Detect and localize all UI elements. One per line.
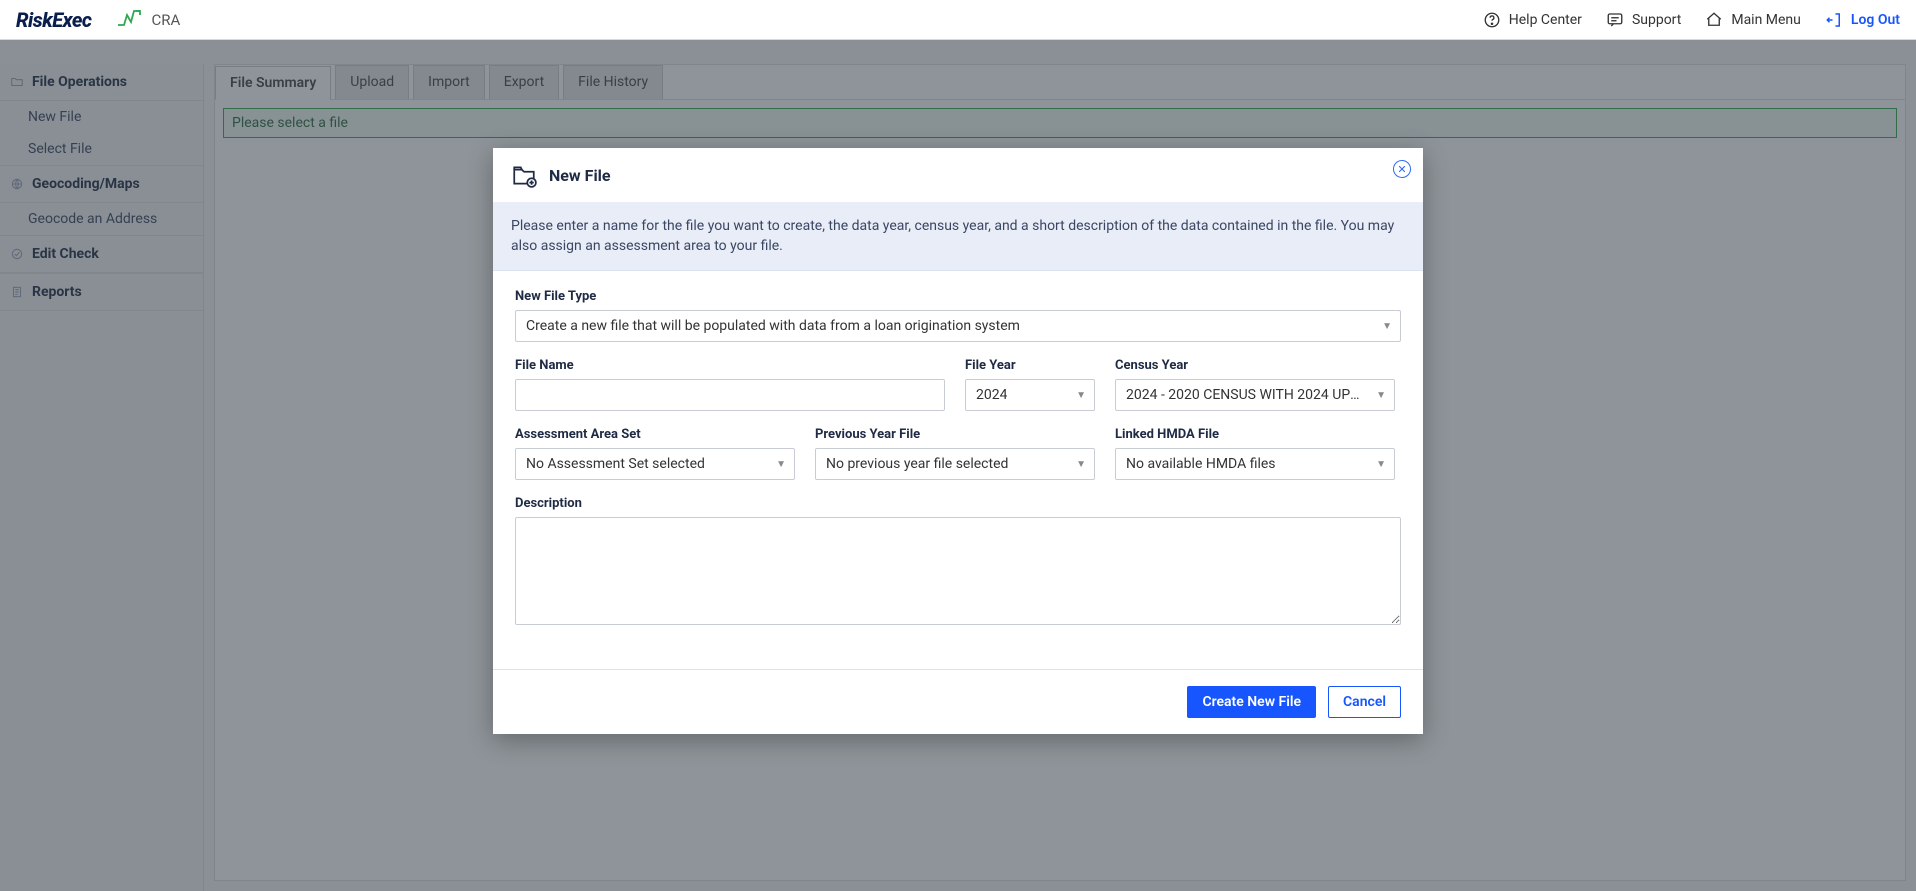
modal-header: New File ✕ xyxy=(493,148,1423,203)
logo-text: RiskExec xyxy=(16,8,91,32)
new-file-type-value: Create a new file that will be populated… xyxy=(526,318,1020,334)
chevron-down-icon: ▼ xyxy=(1376,390,1386,401)
app-body: File Operations New File Select File Geo… xyxy=(0,40,1916,891)
modal-footer: Create New File Cancel xyxy=(493,669,1423,734)
prev-year-file-value: No previous year file selected xyxy=(826,456,1008,472)
assessment-set-value: No Assessment Set selected xyxy=(526,456,705,472)
file-year-select[interactable]: 2024 ▼ xyxy=(965,379,1095,411)
linked-hmda-value: No available HMDA files xyxy=(1126,456,1276,472)
file-year-value: 2024 xyxy=(976,387,1007,403)
modal-body: New File Type Create a new file that wil… xyxy=(493,271,1423,669)
logout-label: Log Out xyxy=(1851,12,1900,28)
chevron-down-icon: ▼ xyxy=(1076,459,1086,470)
topbar-right: Help Center Support Main Menu Log Out xyxy=(1483,11,1900,29)
modal-close-button[interactable]: ✕ xyxy=(1393,160,1411,178)
chevron-down-icon: ▼ xyxy=(776,459,786,470)
cancel-button[interactable]: Cancel xyxy=(1328,686,1401,718)
label-description: Description xyxy=(515,496,1401,511)
module-icon xyxy=(117,10,141,30)
close-icon: ✕ xyxy=(1397,164,1406,175)
main-menu-link[interactable]: Main Menu xyxy=(1705,11,1801,29)
label-assessment-set: Assessment Area Set xyxy=(515,427,795,442)
chat-icon xyxy=(1606,11,1624,29)
label-file-year: File Year xyxy=(965,358,1095,373)
file-name-input[interactable] xyxy=(515,379,945,411)
support-link[interactable]: Support xyxy=(1606,11,1681,29)
app-logo: RiskExec xyxy=(16,8,91,32)
label-prev-year-file: Previous Year File xyxy=(815,427,1095,442)
chevron-down-icon: ▼ xyxy=(1076,390,1086,401)
help-center-label: Help Center xyxy=(1509,12,1582,28)
linked-hmda-select[interactable]: No available HMDA files ▼ xyxy=(1115,448,1395,480)
main-menu-label: Main Menu xyxy=(1731,12,1801,28)
new-file-type-select[interactable]: Create a new file that will be populated… xyxy=(515,310,1401,342)
label-census-year: Census Year xyxy=(1115,358,1395,373)
modal-info-text: Please enter a name for the file you wan… xyxy=(493,203,1423,271)
assessment-set-select[interactable]: No Assessment Set selected ▼ xyxy=(515,448,795,480)
help-center-link[interactable]: Help Center xyxy=(1483,11,1582,29)
label-linked-hmda: Linked HMDA File xyxy=(1115,427,1395,442)
logout-link[interactable]: Log Out xyxy=(1825,11,1900,29)
support-label: Support xyxy=(1632,12,1681,28)
census-year-select[interactable]: 2024 - 2020 CENSUS WITH 2024 UPDA… ▼ xyxy=(1115,379,1395,411)
new-file-icon xyxy=(511,162,537,188)
topbar-left: RiskExec CRA xyxy=(16,8,180,32)
prev-year-file-select[interactable]: No previous year file selected ▼ xyxy=(815,448,1095,480)
module-name: CRA xyxy=(151,11,180,29)
new-file-modal: New File ✕ Please enter a name for the f… xyxy=(493,148,1423,734)
home-icon xyxy=(1705,11,1723,29)
label-new-file-type: New File Type xyxy=(515,289,1401,304)
chevron-down-icon: ▼ xyxy=(1382,321,1392,332)
census-year-value: 2024 - 2020 CENSUS WITH 2024 UPDA… xyxy=(1126,387,1368,403)
logout-icon xyxy=(1825,11,1843,29)
modal-title: New File xyxy=(549,166,611,185)
topbar: RiskExec CRA Help Center Support Main Me… xyxy=(0,0,1916,40)
module-indicator: CRA xyxy=(117,10,180,30)
chevron-down-icon: ▼ xyxy=(1376,459,1386,470)
help-icon xyxy=(1483,11,1501,29)
label-file-name: File Name xyxy=(515,358,945,373)
create-new-file-button[interactable]: Create New File xyxy=(1187,686,1316,718)
description-textarea[interactable] xyxy=(515,517,1401,625)
